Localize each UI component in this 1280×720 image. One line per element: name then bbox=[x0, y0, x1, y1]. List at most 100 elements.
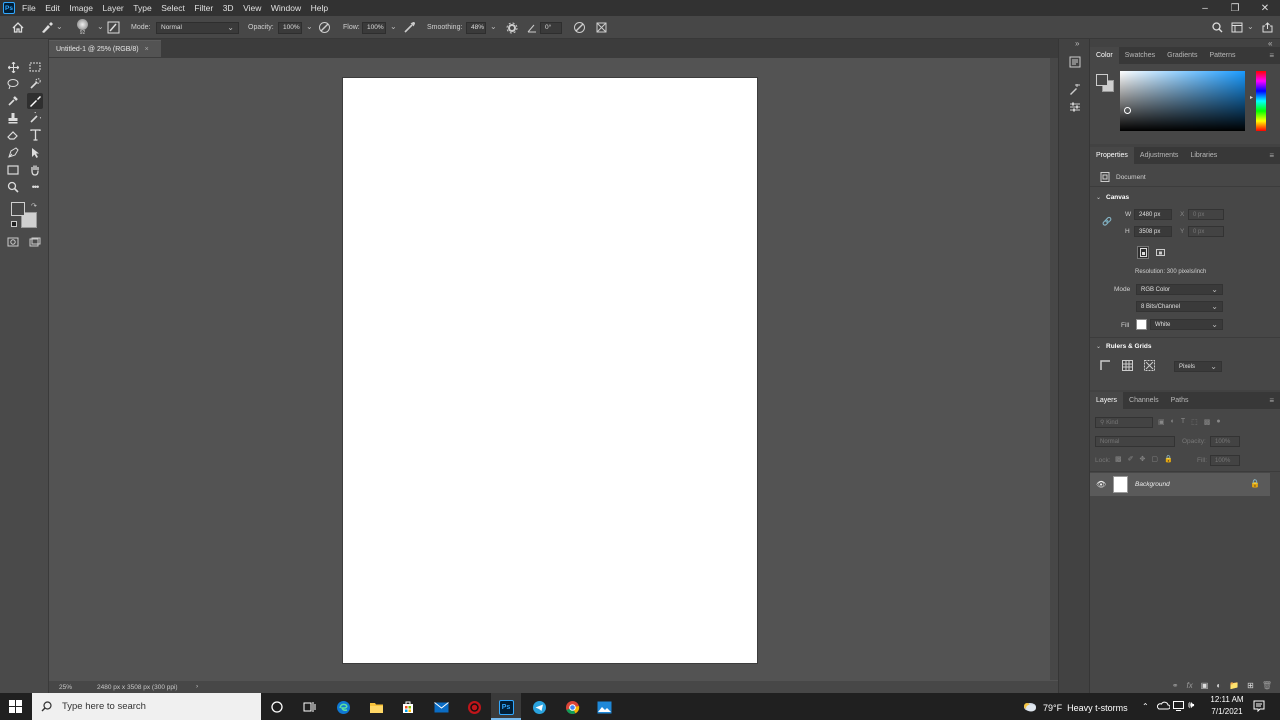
menu-3d[interactable]: 3D bbox=[223, 3, 234, 13]
brush-tool-icon[interactable] bbox=[27, 93, 43, 109]
link-dimensions-icon[interactable]: 🔗 bbox=[1102, 217, 1112, 226]
brush-angle-input[interactable]: 0° bbox=[540, 21, 562, 34]
status-menu-arrow[interactable]: › bbox=[196, 683, 198, 690]
chrome-icon[interactable] bbox=[563, 698, 581, 716]
lasso-tool-icon[interactable] bbox=[5, 76, 21, 92]
brush-settings-panel-icon[interactable] bbox=[107, 16, 120, 39]
cortana-icon[interactable] bbox=[268, 698, 286, 716]
network-icon[interactable] bbox=[1173, 701, 1184, 711]
fill-select[interactable]: White bbox=[1150, 319, 1223, 330]
flow-input[interactable]: 100% bbox=[362, 21, 386, 34]
flow-slider-toggle[interactable] bbox=[386, 24, 397, 31]
lock-transparent-icon[interactable]: ▩ bbox=[1115, 455, 1122, 463]
lock-artboard-icon[interactable]: ▢ bbox=[1151, 455, 1158, 463]
tab-color[interactable]: Color bbox=[1090, 47, 1119, 64]
menu-select[interactable]: Select bbox=[161, 3, 185, 13]
tab-libraries[interactable]: Libraries bbox=[1184, 147, 1223, 164]
color-panel-foreground-swatch[interactable] bbox=[1096, 74, 1108, 86]
hand-tool-icon[interactable] bbox=[27, 162, 43, 178]
airbrush-icon[interactable] bbox=[403, 16, 416, 39]
tab-paths[interactable]: Paths bbox=[1165, 392, 1195, 409]
clone-stamp-tool-icon[interactable] bbox=[5, 110, 21, 126]
layer-style-icon[interactable]: fx bbox=[1187, 681, 1193, 690]
layer-thumbnail[interactable] bbox=[1113, 476, 1128, 493]
tab-layers[interactable]: Layers bbox=[1090, 392, 1124, 409]
layer-kind-filter[interactable]: ⚲ Kind bbox=[1095, 417, 1153, 428]
document-tab[interactable]: Untitled-1 @ 25% (RGB/8) × bbox=[49, 40, 161, 57]
tab-patterns[interactable]: Patterns bbox=[1203, 47, 1241, 64]
notifications-icon[interactable] bbox=[1253, 700, 1265, 712]
rectangle-tool-icon[interactable] bbox=[5, 162, 21, 178]
zoom-tool-icon[interactable] bbox=[5, 179, 21, 195]
smoothing-slider-toggle[interactable] bbox=[486, 24, 497, 31]
opacity-slider-toggle[interactable] bbox=[302, 24, 313, 31]
tab-swatches[interactable]: Swatches bbox=[1119, 47, 1161, 64]
x-input[interactable]: 0 px bbox=[1188, 209, 1224, 220]
layer-fill-input[interactable]: 100% bbox=[1210, 455, 1240, 466]
microsoft-store-icon[interactable] bbox=[399, 698, 417, 716]
history-brush-tool-icon[interactable] bbox=[27, 110, 43, 126]
weather-icon[interactable] bbox=[1022, 701, 1038, 713]
properties-panel-menu-icon[interactable]: ≡ bbox=[1263, 147, 1280, 164]
brush-size-dropdown-icon[interactable] bbox=[93, 16, 104, 39]
volume-icon[interactable]: 🕪 bbox=[1188, 700, 1194, 711]
layers-panel-menu-icon[interactable]: ≡ bbox=[1263, 392, 1280, 409]
path-selection-tool-icon[interactable] bbox=[27, 145, 43, 161]
menu-window[interactable]: Window bbox=[271, 3, 301, 13]
ruler-icon[interactable] bbox=[1100, 360, 1111, 371]
smoothing-options-gear-icon[interactable] bbox=[506, 16, 518, 39]
hue-slider[interactable] bbox=[1256, 71, 1266, 131]
minimize-icon[interactable]: – bbox=[1190, 0, 1220, 16]
color-mode-select[interactable]: RGB Color bbox=[1136, 284, 1223, 295]
file-explorer-icon[interactable] bbox=[367, 698, 385, 716]
lock-pixels-icon[interactable]: ✐ bbox=[1128, 455, 1134, 463]
brush-size-picker[interactable]: 92 bbox=[77, 16, 88, 39]
canvas-section-chevron-icon[interactable]: ⌄ bbox=[1096, 194, 1101, 201]
zoom-level[interactable]: 25% bbox=[59, 684, 72, 691]
weather-text[interactable]: 79°F Heavy t-storms bbox=[1043, 703, 1128, 713]
more-tools-icon[interactable]: ••• bbox=[27, 179, 43, 195]
tab-adjustments[interactable]: Adjustments bbox=[1134, 147, 1185, 164]
mail-icon[interactable] bbox=[432, 698, 450, 716]
menu-filter[interactable]: Filter bbox=[194, 3, 213, 13]
onedrive-icon[interactable] bbox=[1157, 701, 1170, 710]
y-input[interactable]: 0 px bbox=[1188, 226, 1224, 237]
photoshop-logo[interactable]: Ps bbox=[3, 2, 15, 14]
adjustments-sliders-icon[interactable] bbox=[1069, 101, 1081, 113]
opacity-input[interactable]: 100% bbox=[278, 21, 302, 34]
marquee-tool-icon[interactable] bbox=[27, 59, 43, 75]
new-adjustment-layer-icon[interactable]: ◐ bbox=[1216, 681, 1221, 690]
tab-properties[interactable]: Properties bbox=[1090, 147, 1134, 164]
grid-icon[interactable] bbox=[1122, 360, 1133, 371]
bit-depth-select[interactable]: 8 Bits/Channel bbox=[1136, 301, 1223, 312]
edge-browser-icon[interactable] bbox=[334, 698, 352, 716]
type-tool-icon[interactable] bbox=[27, 127, 43, 143]
windows-start-icon[interactable] bbox=[9, 700, 22, 713]
home-icon[interactable] bbox=[12, 16, 24, 39]
default-colors-icon[interactable] bbox=[11, 221, 17, 227]
document-canvas[interactable] bbox=[343, 78, 757, 663]
quick-mask-icon[interactable] bbox=[5, 234, 21, 250]
move-tool-icon[interactable] bbox=[5, 59, 21, 75]
menu-type[interactable]: Type bbox=[133, 3, 151, 13]
menu-help[interactable]: Help bbox=[311, 3, 328, 13]
ruler-units-select[interactable]: Pixels bbox=[1174, 361, 1222, 372]
filter-shape-icon[interactable]: ⬚ bbox=[1191, 418, 1198, 426]
clock-date[interactable]: 7/1/2021 bbox=[1207, 707, 1247, 716]
share-icon[interactable] bbox=[1262, 16, 1273, 39]
filter-smart-object-icon[interactable]: ▩ bbox=[1204, 418, 1211, 426]
smoothing-input[interactable]: 48% bbox=[466, 21, 486, 34]
eraser-tool-icon[interactable] bbox=[5, 127, 21, 143]
swap-colors-icon[interactable]: ↷ bbox=[31, 202, 37, 210]
rulers-grids-section-title[interactable]: Rulers & Grids bbox=[1106, 343, 1152, 350]
guides-icon[interactable] bbox=[1144, 360, 1155, 371]
height-input[interactable]: 3508 px bbox=[1134, 226, 1172, 237]
width-input[interactable]: 2480 px bbox=[1134, 209, 1172, 220]
pressure-opacity-icon[interactable] bbox=[318, 16, 331, 39]
workspace-icon[interactable] bbox=[1231, 16, 1254, 39]
photos-app-icon[interactable] bbox=[595, 698, 613, 716]
taskbar-search-box[interactable]: Type here to search bbox=[32, 693, 261, 720]
quick-selection-tool-icon[interactable] bbox=[27, 76, 43, 92]
filter-type-icon[interactable]: T bbox=[1181, 418, 1185, 426]
filter-adjustment-icon[interactable]: ◐ bbox=[1171, 418, 1175, 426]
